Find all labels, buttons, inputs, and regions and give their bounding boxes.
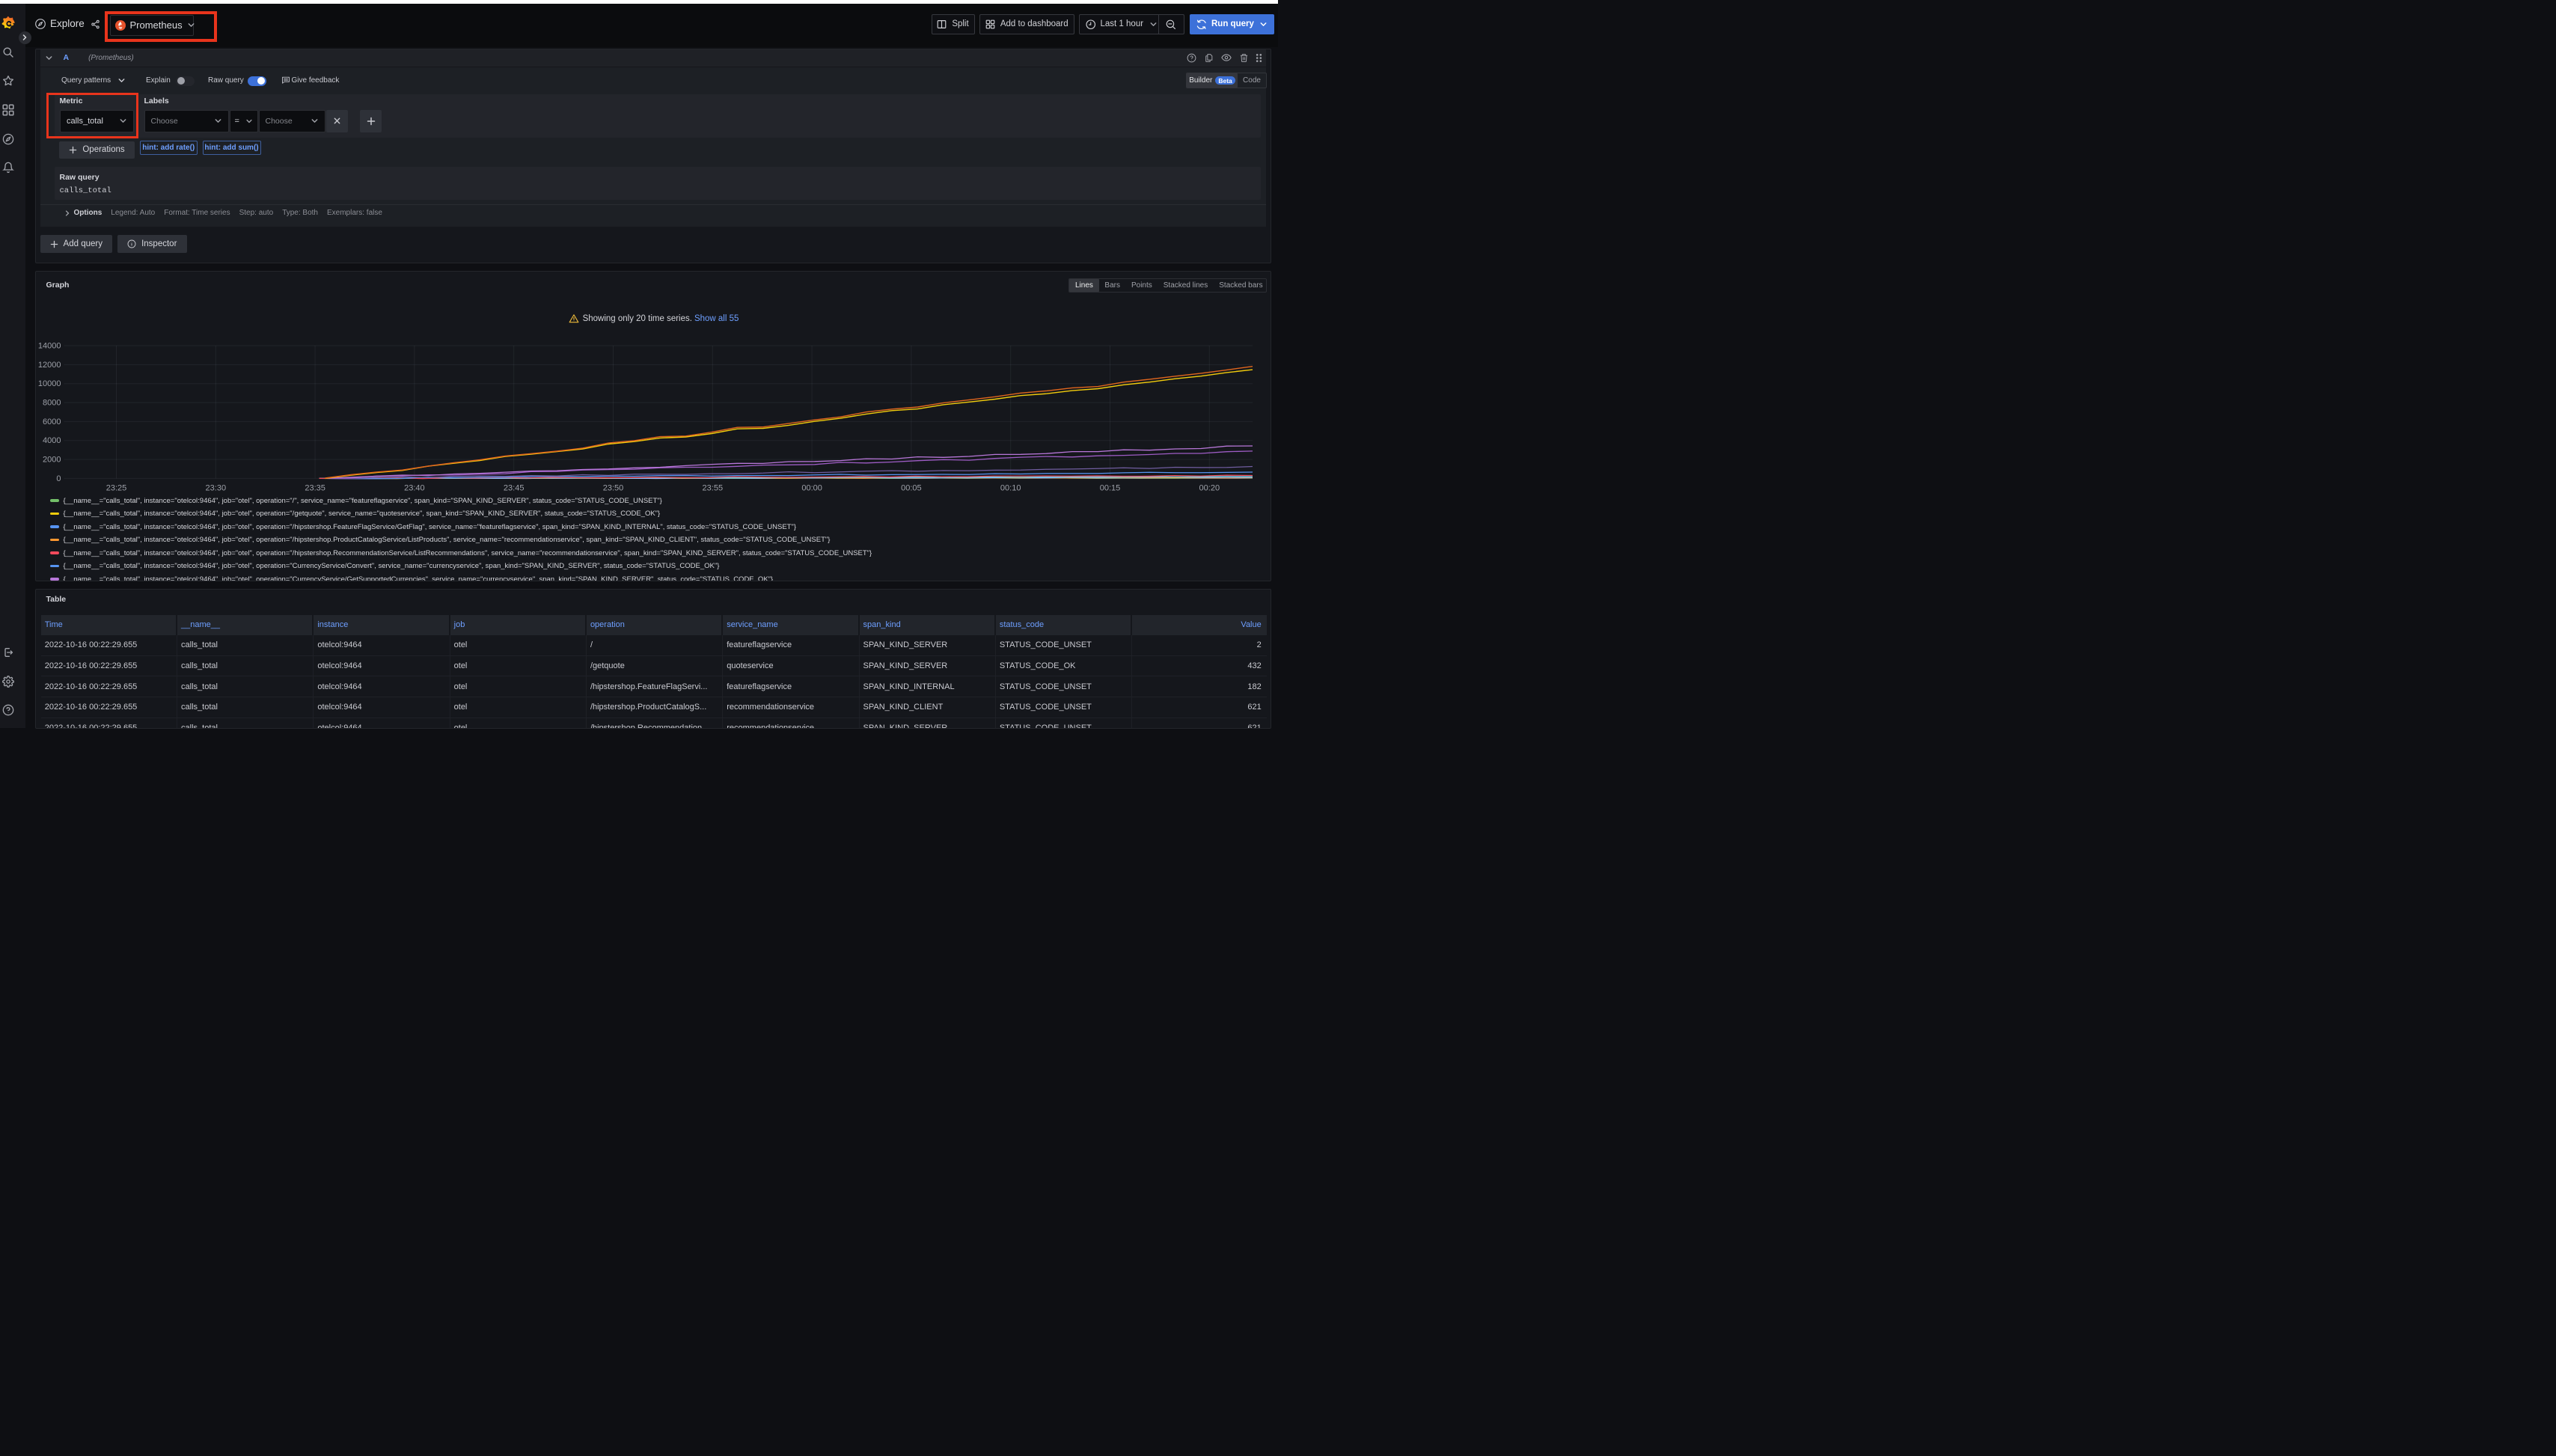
svg-text:00:05: 00:05 [901, 484, 922, 493]
svg-text:0: 0 [56, 474, 61, 483]
svg-text:00:15: 00:15 [1099, 484, 1120, 493]
svg-text:23:30: 23:30 [205, 484, 226, 493]
svg-text:2000: 2000 [43, 456, 61, 465]
svg-text:23:40: 23:40 [404, 484, 425, 493]
svg-text:23:50: 23:50 [602, 484, 623, 493]
svg-text:23:55: 23:55 [702, 484, 723, 493]
svg-text:12000: 12000 [37, 361, 61, 370]
svg-text:00:00: 00:00 [801, 484, 822, 493]
svg-text:10000: 10000 [37, 379, 61, 388]
svg-text:14000: 14000 [37, 342, 61, 351]
svg-text:00:10: 00:10 [1000, 484, 1021, 493]
svg-text:8000: 8000 [43, 399, 61, 408]
svg-text:6000: 6000 [43, 417, 61, 426]
svg-text:23:45: 23:45 [503, 484, 524, 493]
svg-text:23:35: 23:35 [305, 484, 325, 493]
svg-text:23:25: 23:25 [106, 484, 126, 493]
svg-text:00:20: 00:20 [1199, 484, 1220, 493]
svg-text:4000: 4000 [43, 436, 61, 445]
